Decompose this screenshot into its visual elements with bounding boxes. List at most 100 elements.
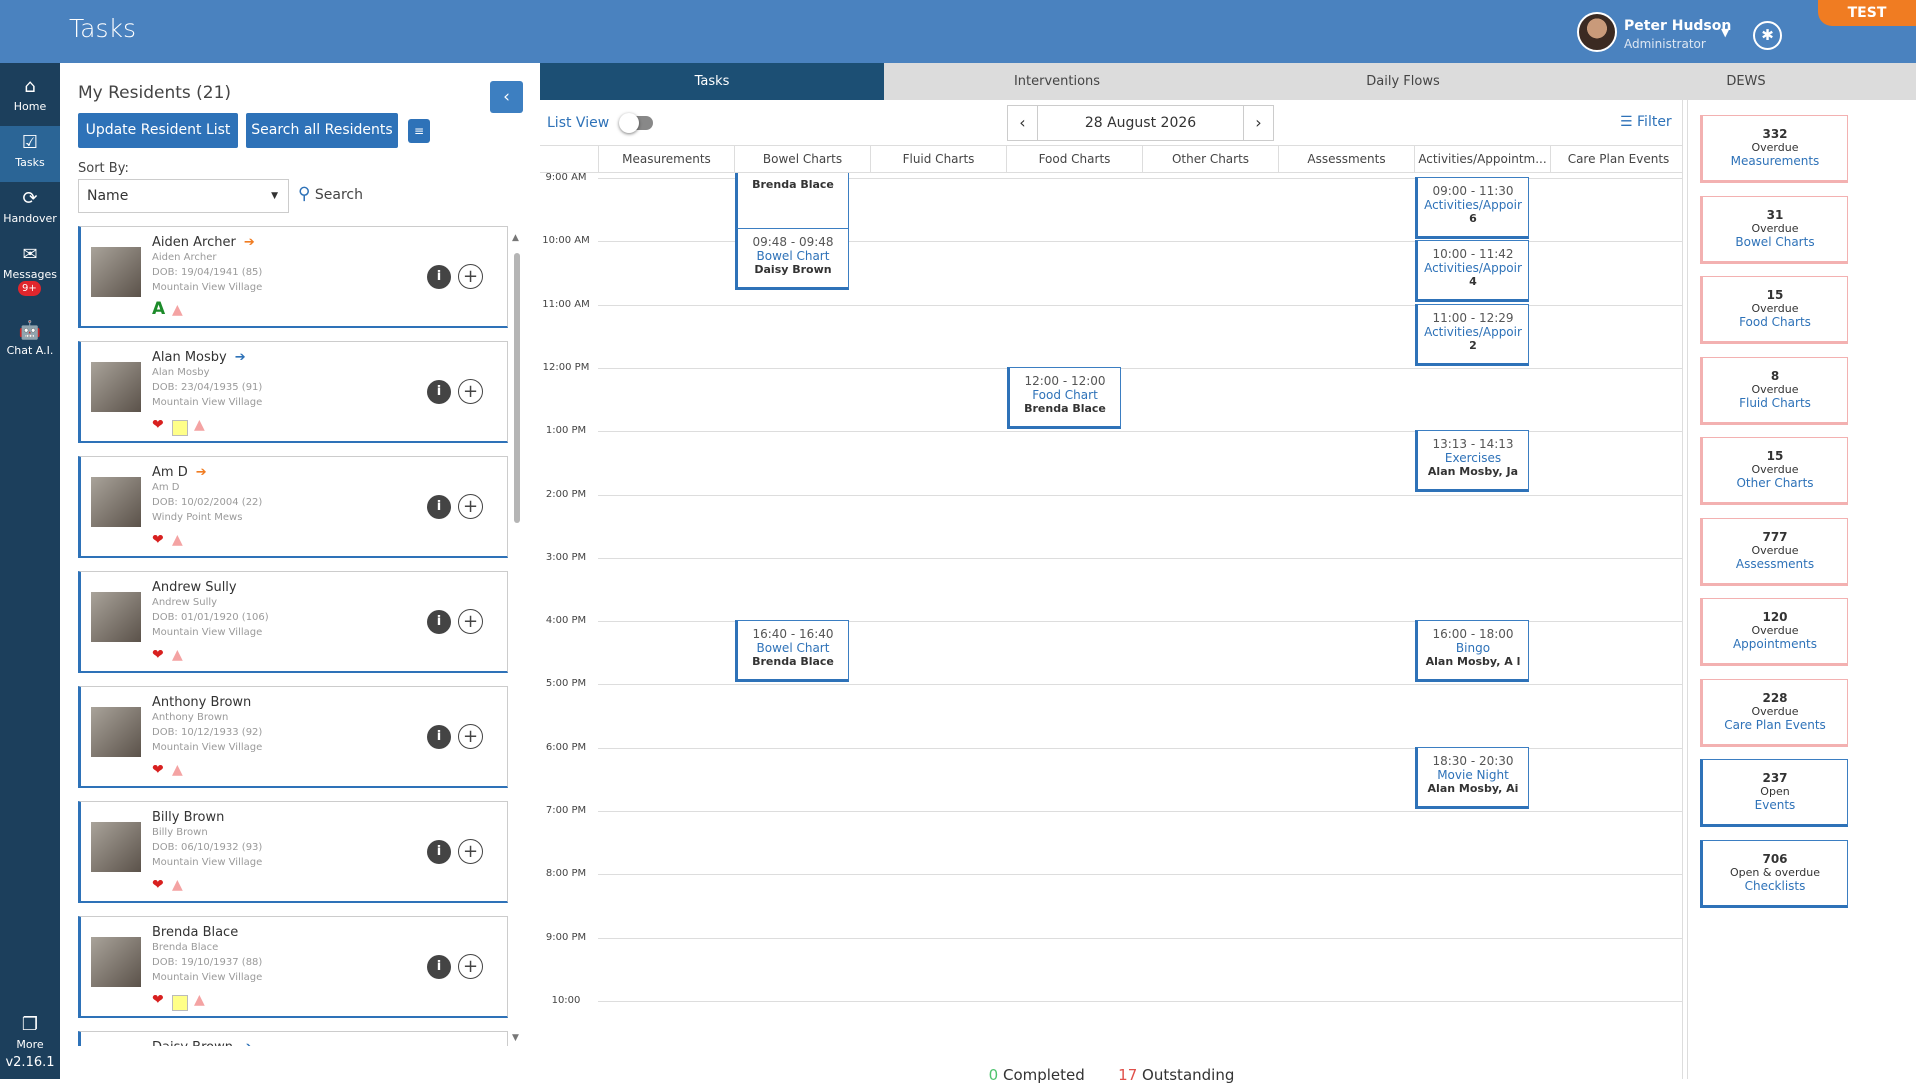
card-count: 237: [1762, 771, 1788, 785]
info-icon[interactable]: i: [427, 265, 451, 289]
calendar-event[interactable]: 16:00 - 18:00 Bingo Alan Mosby, A l: [1415, 620, 1529, 683]
book-icon[interactable]: ≡: [408, 119, 430, 143]
event-time: 18:30 - 20:30: [1432, 753, 1514, 768]
hour-gridline: [598, 367, 1683, 369]
user-avatar: [1577, 12, 1617, 52]
card-count: 31: [1766, 207, 1784, 222]
add-icon[interactable]: +: [458, 264, 483, 289]
resident-card[interactable]: Andrew Sully Andrew Sully DOB: 01/01/1920 …: [78, 571, 508, 673]
overdue-card[interactable]: 706 Open & overdue Checklists: [1700, 839, 1848, 908]
chevron-down-icon[interactable]: ▼: [1721, 26, 1729, 39]
add-icon[interactable]: +: [458, 954, 483, 979]
event-time: 09:00 - 11:30: [1432, 184, 1514, 198]
overdue-card[interactable]: 31 Overdue Bowel Charts: [1700, 195, 1848, 264]
calendar-event[interactable]: 18:30 - 20:30 Movie Night Alan Mosby, Ai: [1415, 746, 1529, 809]
resident-card[interactable]: Anthony Brown Anthony Brown DOB: 10/12/193…: [78, 686, 508, 788]
event-participants: Brenda Blace: [1024, 401, 1106, 415]
resident-card[interactable]: Brenda Blace Brenda Blace DOB: 19/10/1937 …: [78, 916, 508, 1018]
nav-home[interactable]: ⌂ Home: [0, 70, 60, 126]
calendar-event[interactable]: 11:00 - 12:29 Activities/Appoir 2: [1415, 303, 1529, 366]
overdue-card[interactable]: 777 Overdue Assessments: [1700, 517, 1848, 586]
hour-gridline: [598, 1000, 1683, 1002]
info-icon[interactable]: i: [427, 380, 451, 404]
scroll-down-icon[interactable]: ▼: [512, 1033, 519, 1043]
tasks-icon: ☑: [21, 132, 39, 153]
nav-chat-ai[interactable]: 🤖 Chat A.I.: [0, 314, 60, 370]
current-date: 28 August 2026: [1084, 115, 1197, 131]
event-participants: Alan Mosby, Ja: [1427, 465, 1519, 479]
add-icon[interactable]: +: [458, 609, 483, 634]
sign-in-arrow-icon: ➔: [241, 1040, 252, 1046]
calendar-event[interactable]: 16:40 - 16:40 Bowel Chart Brenda Blace: [735, 620, 849, 683]
calendar-event[interactable]: 09:48 - 09:48 Bowel Chart Daisy Brown: [735, 227, 849, 290]
card-category: Assessments: [1735, 556, 1815, 571]
overdue-card[interactable]: 8 Overdue Fluid Charts: [1700, 356, 1848, 425]
calendar-event[interactable]: 09:00 - 11:30 Activities/Appoir 6: [1415, 177, 1529, 239]
resident-photo: [91, 477, 141, 527]
overdue-card[interactable]: 228 Overdue Care Plan Events: [1700, 678, 1848, 747]
calendar-event[interactable]: 10:00 - 11:42 Activities/Appoir 4: [1415, 240, 1529, 303]
outstanding-count: 17: [1118, 1066, 1138, 1084]
event-type: Activities/Appoir: [1424, 324, 1522, 339]
hour-gridline: [598, 937, 1683, 939]
column-header: Activities/Appointm...: [1414, 146, 1550, 173]
tab-interventions[interactable]: Interventions: [884, 63, 1230, 100]
tab-dews[interactable]: DEWS: [1576, 63, 1916, 100]
chevron-down-icon: ▼: [271, 191, 278, 201]
scroll-thumb[interactable]: [514, 253, 520, 523]
tab-daily-flows[interactable]: Daily Flows: [1230, 63, 1576, 100]
calendar-event[interactable]: Brenda Blace: [735, 173, 849, 233]
nav-handover[interactable]: ⟳ Handover: [0, 182, 60, 238]
app-version: v2.16.1: [5, 1055, 55, 1070]
resident-card[interactable]: Aiden Archer ➔ Aiden Archer DOB: 19/04/1941…: [78, 226, 508, 328]
overdue-card[interactable]: 120 Overdue Appointments: [1700, 598, 1848, 666]
user-menu[interactable]: Peter Hudson Administrator ▼: [1577, 12, 1752, 54]
tab-tasks[interactable]: Tasks: [540, 63, 884, 100]
scroll-up-icon[interactable]: ▲: [512, 233, 519, 243]
heart-icon: ❤: [152, 877, 164, 893]
event-participants: Daisy Brown: [754, 262, 832, 276]
event-type: Bowel Chart: [756, 248, 830, 263]
card-count: 777: [1762, 529, 1788, 544]
overdue-card[interactable]: 15 Overdue Other Charts: [1700, 437, 1848, 505]
nav-tasks[interactable]: ☑ Tasks: [0, 126, 60, 182]
search-link[interactable]: ⚲ Search: [298, 184, 363, 204]
resident-dob: DOB: 19/04/1941 (85): [152, 267, 263, 278]
list-view-toggle[interactable]: [619, 113, 653, 133]
yellow-box-icon: [172, 995, 188, 1011]
add-icon[interactable]: +: [458, 494, 483, 519]
sort-select[interactable]: Name ▼: [78, 179, 289, 213]
overdue-card[interactable]: 332 Overdue Measurements: [1700, 115, 1848, 183]
bug-report-icon[interactable]: ✱: [1753, 21, 1782, 50]
event-time: 13:13 - 14:13: [1432, 437, 1514, 452]
event-time: 16:00 - 18:00: [1432, 627, 1514, 642]
prev-day-button[interactable]: ‹: [1008, 106, 1038, 140]
collapse-panel-button[interactable]: ‹: [490, 81, 523, 113]
resident-list-scrollbar[interactable]: ▲ ▼: [512, 233, 522, 1043]
resident-card[interactable]: Am D ➔ Am D DOB: 10/02/2004 (22) Windy Point…: [78, 456, 508, 558]
info-icon[interactable]: i: [427, 725, 451, 749]
next-day-button[interactable]: ›: [1243, 106, 1273, 140]
resident-card[interactable]: Daisy Brown➔: [78, 1031, 508, 1046]
nav-label: More: [16, 1038, 44, 1051]
filter-button[interactable]: ☰ Filter: [1620, 114, 1672, 130]
nav-messages[interactable]: ✉ Messages 9+: [0, 238, 60, 296]
info-icon[interactable]: i: [427, 840, 451, 864]
add-icon[interactable]: +: [458, 839, 483, 864]
event-type: Bowel Chart: [756, 641, 830, 656]
warning-icon: ▲: [194, 417, 205, 433]
info-icon[interactable]: i: [427, 495, 451, 519]
info-icon[interactable]: i: [427, 610, 451, 634]
overdue-card[interactable]: 15 Overdue Food Charts: [1700, 276, 1848, 344]
update-resident-list-button[interactable]: Update Resident List: [78, 113, 238, 148]
resident-card[interactable]: Alan Mosby ➔ Alan Mosby DOB: 23/04/1935 (91…: [78, 341, 508, 443]
calendar-event[interactable]: 12:00 - 12:00 Food Chart Brenda Blace: [1007, 366, 1121, 429]
search-all-residents-button[interactable]: Search all Residents: [246, 113, 398, 148]
info-icon[interactable]: i: [427, 955, 451, 979]
overdue-card[interactable]: 237 Open Events: [1700, 759, 1848, 827]
resident-card[interactable]: Billy Brown Billy Brown DOB: 06/10/1932 (9…: [78, 801, 508, 903]
event-type: Food Chart: [1032, 387, 1098, 402]
add-icon[interactable]: +: [458, 724, 483, 749]
add-icon[interactable]: +: [458, 379, 483, 404]
calendar-event[interactable]: 13:13 - 14:13 Exercises Alan Mosby, Ja: [1415, 430, 1529, 493]
